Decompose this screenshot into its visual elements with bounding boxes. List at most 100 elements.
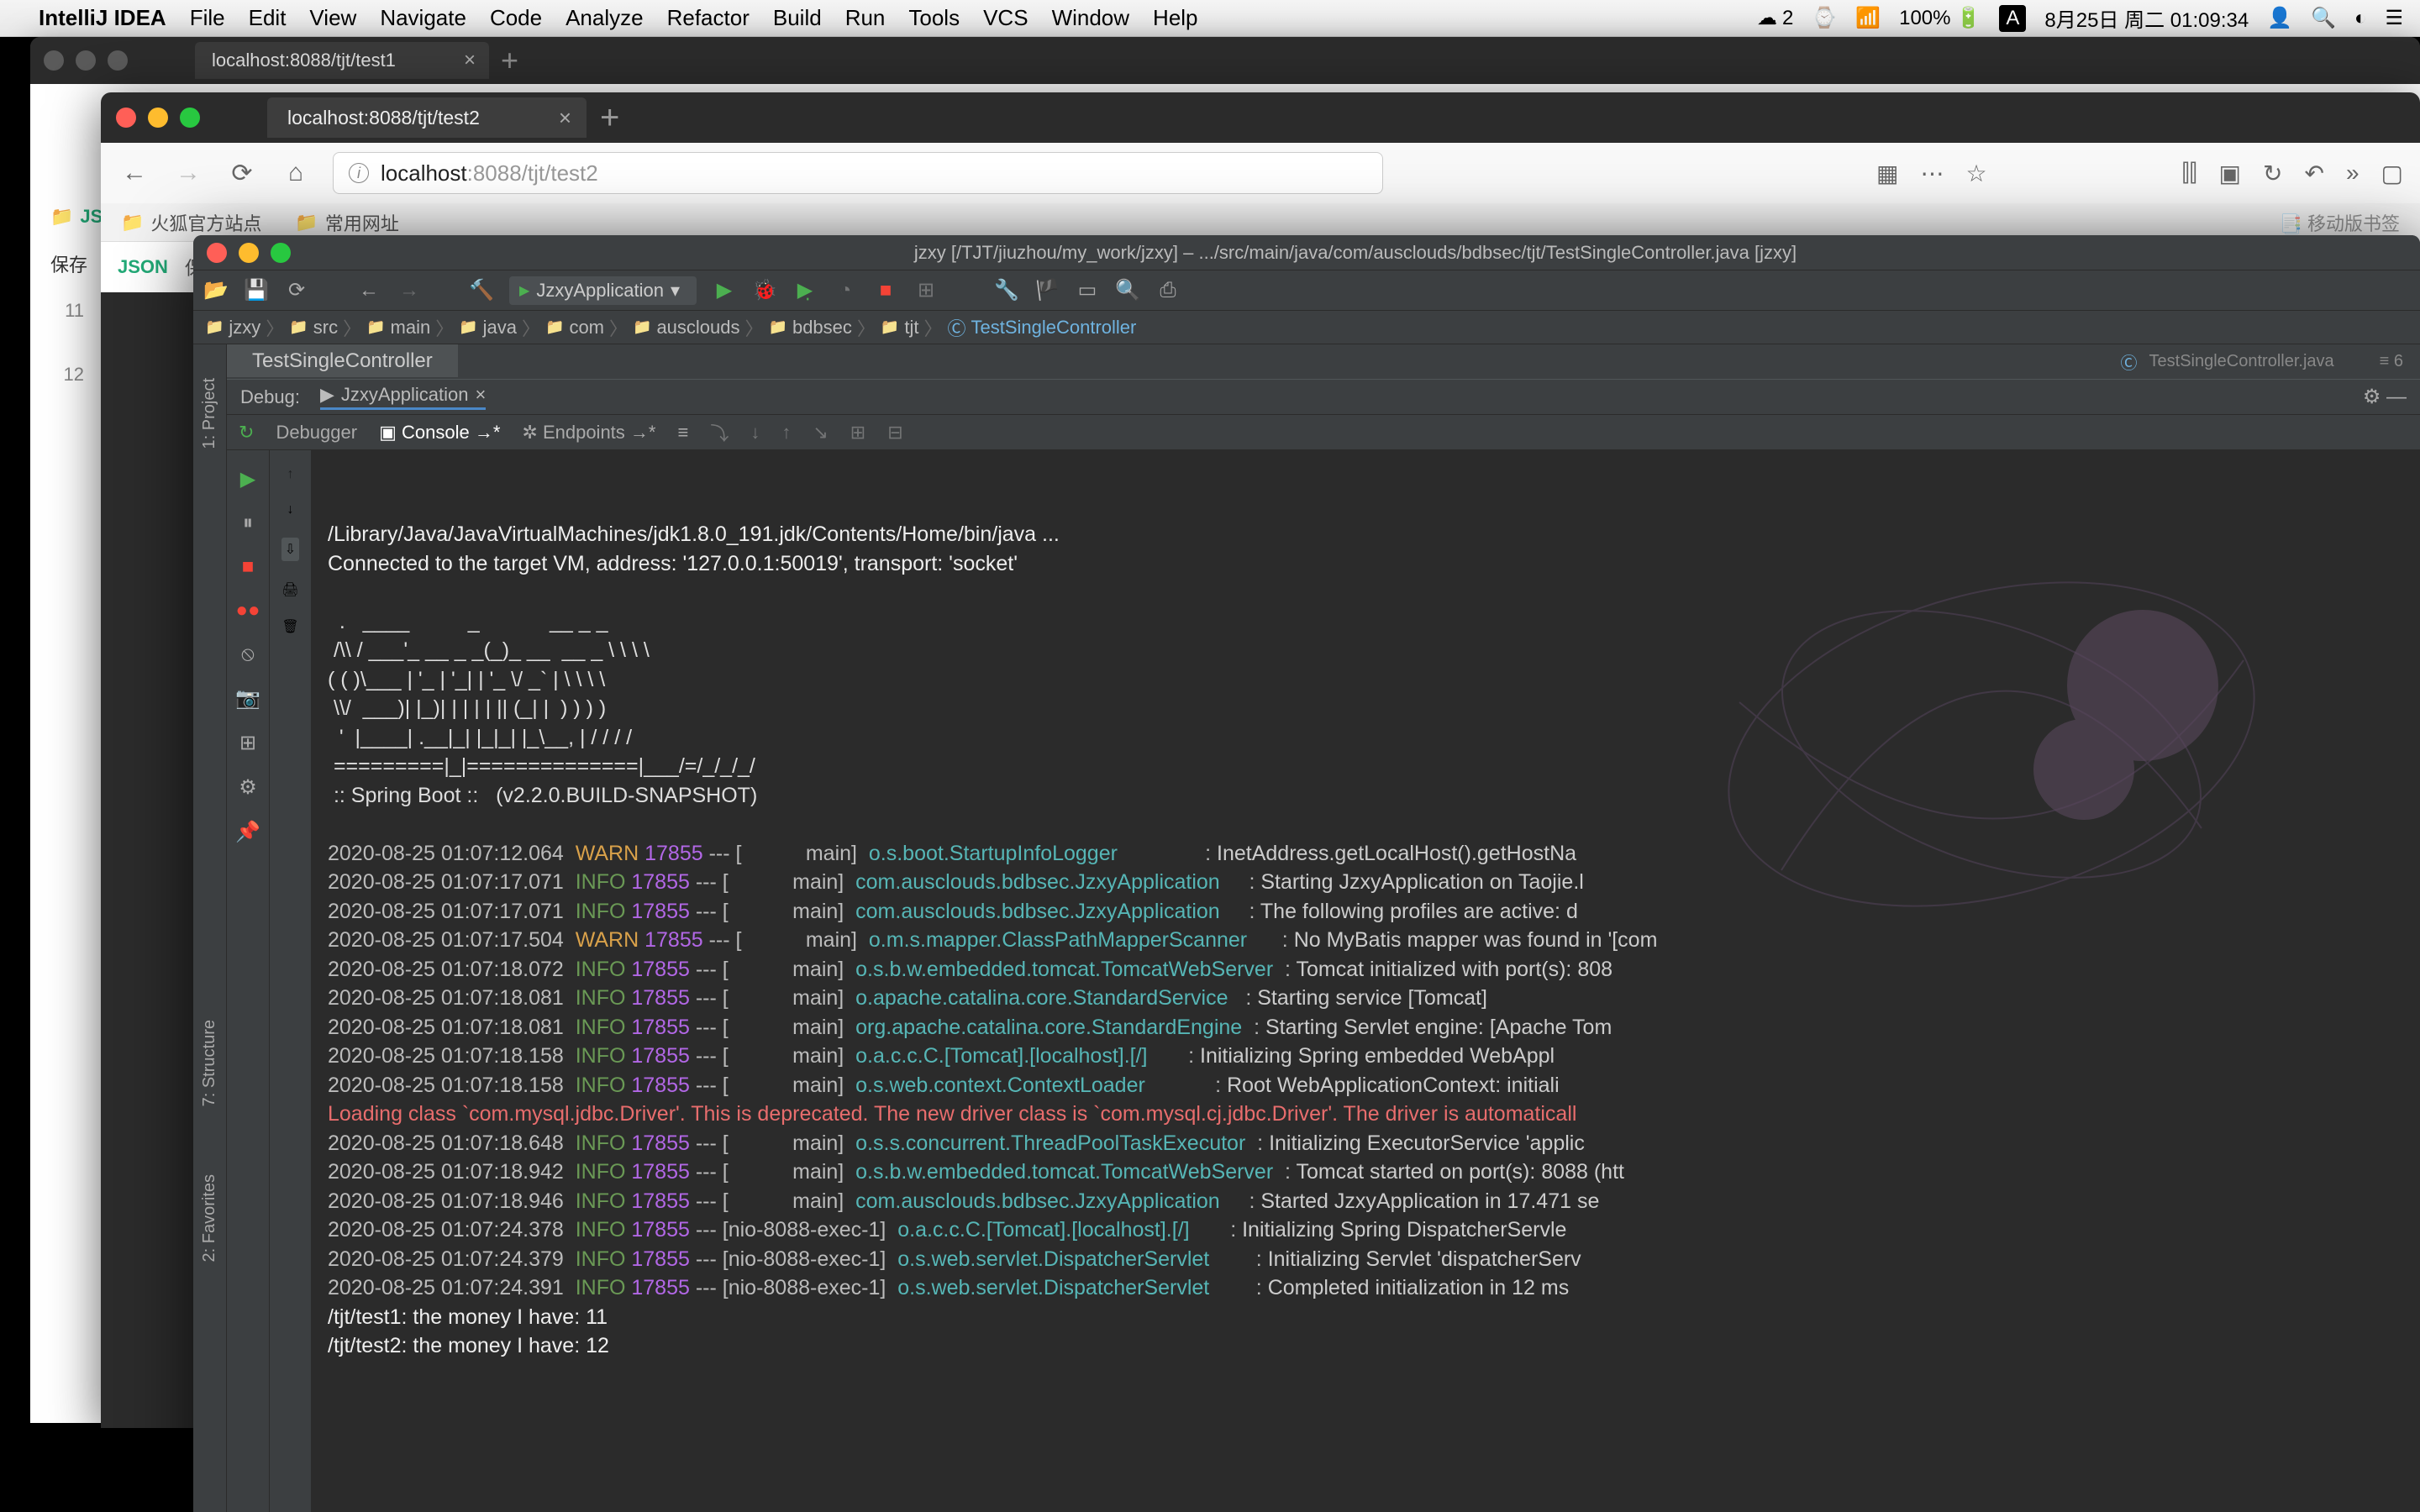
watch-icon[interactable]: ⊟ xyxy=(887,422,902,444)
structure-icon[interactable]: ⎙ xyxy=(1155,279,1181,302)
pin-icon[interactable]: 📌 xyxy=(235,820,260,844)
structure-tool[interactable]: 7: Structure xyxy=(193,986,226,1140)
pause-icon[interactable]: ⏸ xyxy=(243,512,253,535)
browser1-tab[interactable]: localhost:8088/tjt/test1× xyxy=(195,42,489,79)
info-icon[interactable]: i xyxy=(349,163,369,183)
threads-icon[interactable]: ≡ xyxy=(677,422,688,444)
back-icon[interactable]: ← xyxy=(118,159,151,187)
wifi-icon[interactable]: 📶 xyxy=(1855,6,1881,30)
traffic-lights[interactable] xyxy=(116,108,200,128)
sync-icon[interactable]: ⟳ xyxy=(284,278,309,302)
step-out-icon[interactable]: ↑ xyxy=(781,422,791,444)
reload-icon[interactable]: ⟳ xyxy=(225,159,259,188)
search-icon[interactable]: 🔍 xyxy=(1115,278,1140,302)
save-icon[interactable]: 💾 xyxy=(244,278,269,302)
new-tab-icon[interactable]: + xyxy=(501,43,518,78)
more-icon[interactable]: ⋯ xyxy=(1921,160,1944,187)
resume-icon[interactable]: ▶ xyxy=(240,467,255,491)
input-method-icon[interactable]: A xyxy=(1999,5,2026,32)
crumb-ausclouds[interactable]: ausclouds xyxy=(633,317,740,339)
crumb-com[interactable]: com xyxy=(545,317,604,339)
app-name[interactable]: IntelliJ IDEA xyxy=(39,5,166,31)
mute-bp-icon[interactable]: ⦸ xyxy=(241,643,255,666)
open-icon[interactable]: 📂 xyxy=(203,278,229,302)
spotlight-icon[interactable]: 🔍 xyxy=(2311,6,2336,30)
menu-file[interactable]: File xyxy=(190,5,225,31)
debug-icon[interactable]: 🐞 xyxy=(752,278,777,302)
menu-tools[interactable]: Tools xyxy=(908,5,960,31)
bookmark-1[interactable]: 📁 火狐官方站点 xyxy=(121,209,261,236)
menu-code[interactable]: Code xyxy=(490,5,542,31)
user-icon[interactable]: 👤 xyxy=(2267,6,2292,30)
evaluate-icon[interactable]: ⊞ xyxy=(850,422,865,444)
step-into-icon[interactable]: ↓ xyxy=(750,422,760,444)
forward-icon[interactable]: → xyxy=(171,159,205,187)
layout-icon[interactable]: ⊞ xyxy=(239,731,256,755)
clock[interactable]: 8月25日 周二 01:09:34 xyxy=(2044,3,2249,33)
breakpoints-icon[interactable]: ●● xyxy=(236,599,260,622)
run-icon[interactable]: ▶ xyxy=(712,278,737,302)
crumb-tjt[interactable]: tjt xyxy=(881,317,919,339)
hammer-icon[interactable]: 🔨 xyxy=(469,278,494,302)
undo-icon[interactable]: ↶ xyxy=(2304,160,2323,187)
filetab-right[interactable]: TestSingleController.java xyxy=(2149,352,2334,371)
stop-icon[interactable]: ■ xyxy=(242,555,255,579)
menu-vcs[interactable]: VCS xyxy=(983,5,1028,31)
wechat-icon[interactable]: ☁ 2 xyxy=(1757,6,1793,30)
favorites-tool[interactable]: 2: Favorites xyxy=(193,1141,226,1295)
crumb-file[interactable]: Ⓒ TestSingleController xyxy=(947,314,1136,341)
crumb-java[interactable]: java xyxy=(459,317,517,339)
star-icon[interactable]: ☆ xyxy=(1966,160,1987,187)
scroll-end-icon[interactable]: 🖨 xyxy=(281,581,298,598)
sidebar-icon[interactable]: ▣ xyxy=(2219,160,2241,187)
project-tool[interactable]: 1: Project xyxy=(193,344,226,482)
tab-console[interactable]: ▣ Console →* xyxy=(379,422,500,444)
traffic-lights[interactable] xyxy=(207,243,291,263)
menu-analyze[interactable]: Analyze xyxy=(566,5,644,31)
run-to-cursor-icon[interactable]: ↘ xyxy=(813,422,828,444)
save-label[interactable]: 保存 xyxy=(50,250,87,277)
step-over-icon[interactable]: ⤵ xyxy=(710,419,729,446)
menu-refactor[interactable]: Refactor xyxy=(667,5,750,31)
run-config-selector[interactable]: JzxyApplication ▾ xyxy=(509,276,697,305)
crumb-jzxy[interactable]: jzxy xyxy=(205,317,260,339)
qr-icon[interactable]: ▦ xyxy=(1876,160,1898,187)
tab-debugger[interactable]: Debugger xyxy=(276,422,357,444)
sync-icon[interactable]: ↻ xyxy=(2263,160,2282,187)
clear-icon[interactable]: 🗑 xyxy=(281,618,298,635)
stop-icon[interactable]: ■ xyxy=(873,279,898,302)
mobile-bookmarks[interactable]: 📑 移动版书签 xyxy=(2279,209,2400,236)
debug-tab-app[interactable]: ▶ JzxyApplication × xyxy=(320,384,486,410)
browser2-tab[interactable]: localhost:8088/tjt/test2× xyxy=(267,97,587,138)
forward-icon[interactable]: → xyxy=(397,279,422,302)
crumb-src[interactable]: src xyxy=(289,317,338,339)
overflow-icon[interactable]: » xyxy=(2346,160,2360,187)
tab-endpoints[interactable]: ✲ Endpoints →* xyxy=(522,422,655,444)
menu-edit[interactable]: Edit xyxy=(249,5,287,31)
traffic-lights[interactable] xyxy=(44,50,128,71)
profile-icon[interactable]: ◔ xyxy=(833,279,858,302)
new-tab-icon[interactable]: + xyxy=(600,99,619,137)
attach-icon[interactable]: ⊞ xyxy=(913,278,939,302)
menu-help[interactable]: Help xyxy=(1153,5,1197,31)
camera-icon[interactable]: 📷 xyxy=(235,686,260,711)
url-bar[interactable]: i localhost:8088/tjt/test2 xyxy=(333,152,1383,194)
gear-icon[interactable]: ⚙ — xyxy=(2363,385,2407,409)
wrench-icon[interactable]: 🔧 xyxy=(994,278,1019,302)
menu-window[interactable]: Window xyxy=(1052,5,1129,31)
bluetooth-icon[interactable]: ⌚ xyxy=(1812,6,1837,30)
close-icon[interactable]: × xyxy=(464,49,476,72)
rerun-icon[interactable]: ↻ xyxy=(239,422,254,444)
crumb-bdbsec[interactable]: bdbsec xyxy=(769,317,852,339)
menu-build[interactable]: Build xyxy=(773,5,822,31)
crumb-main[interactable]: main xyxy=(366,317,430,339)
menu-icon[interactable]: ☰ xyxy=(2385,6,2403,30)
settings-icon[interactable]: ⚙ xyxy=(239,775,257,800)
home-icon[interactable]: ⌂ xyxy=(279,159,313,187)
account-icon[interactable]: ▢ xyxy=(2381,160,2403,187)
bookmark-2[interactable]: 📁 常用网址 xyxy=(295,209,398,236)
back-icon[interactable]: ← xyxy=(356,279,381,302)
up-icon[interactable]: ↑ xyxy=(287,467,294,482)
siri-icon[interactable]: ◐ xyxy=(2354,7,2367,30)
battery-icon[interactable]: 100% 🔋 xyxy=(1899,6,1981,30)
